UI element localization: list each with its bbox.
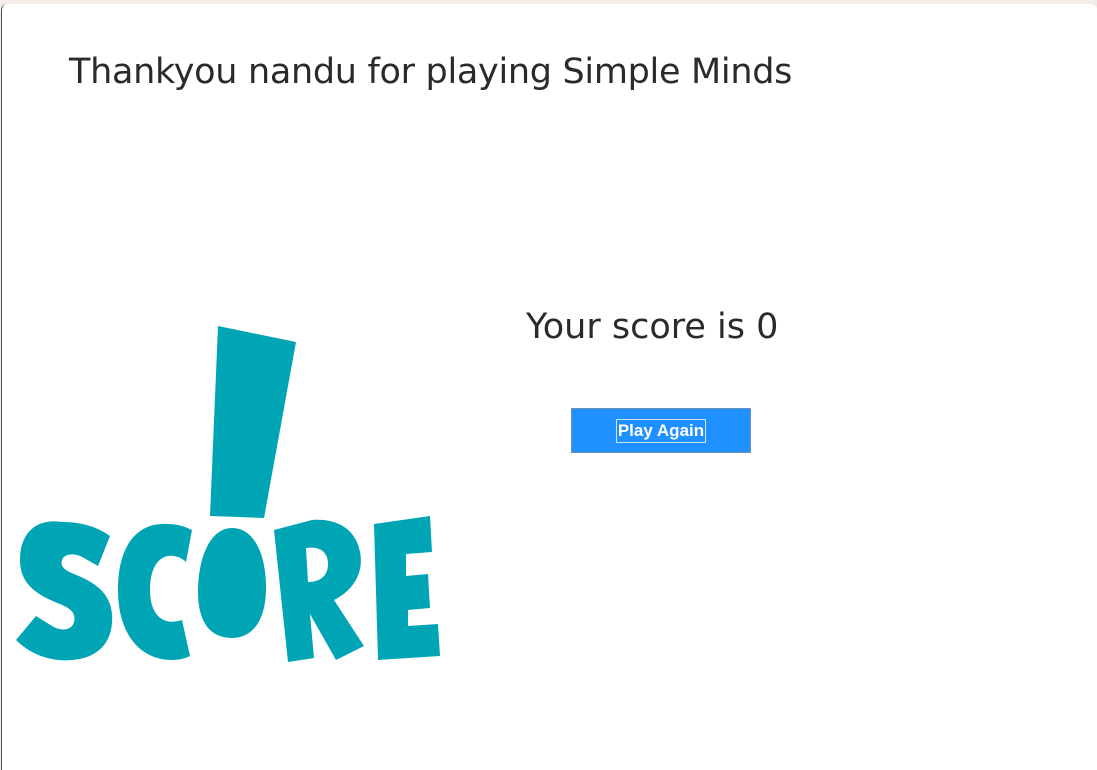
thank-you-heading: Thankyou nandu for playing Simple Minds (69, 52, 793, 92)
play-again-label: Play Again (615, 418, 707, 443)
score-message: Your score is 0 (526, 307, 779, 347)
game-over-window: Thankyou nandu for playing Simple Minds … (1, 4, 1097, 770)
play-again-button[interactable]: Play Again (571, 408, 751, 453)
score-logo-image (16, 326, 440, 662)
